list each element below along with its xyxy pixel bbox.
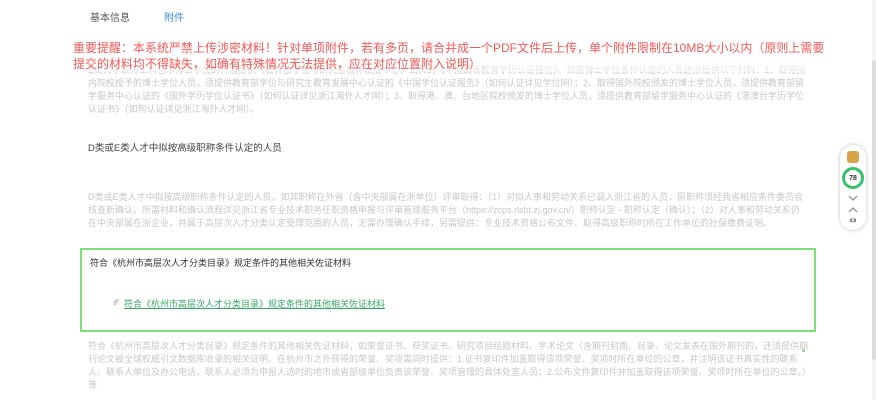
supporting-material-description: 符合《杭州市高层次人才分类目录》规定条件的其他相关佐证材料，如荣誉证书、获奖证书…	[88, 341, 809, 390]
down-arrow-icon[interactable]	[848, 195, 858, 201]
paperclip-icon	[113, 299, 119, 305]
up-arrow-icon[interactable]	[848, 207, 858, 213]
category-description: D类或E类人才中拟按高级职称条件认定的人员，如其职称在外省（含中央部属在浙单位）…	[88, 192, 804, 228]
floating-toolbar[interactable]: 78	[840, 145, 866, 230]
warning-banner: 重要提醒：本系统严禁上传涉密材料！针对单项附件，若有多页，请合并成一个PDF文件…	[73, 40, 833, 72]
tab-attachment[interactable]: 附件	[164, 9, 184, 24]
score-value: 78	[849, 174, 857, 182]
marker-dot	[802, 349, 805, 352]
upload-section-highlight: 符合《杭州市高层次人才分类目录》规定条件的其他相关佐证材料 符合《杭州市高层次人…	[80, 248, 816, 332]
score-ring[interactable]: 78	[842, 167, 864, 189]
upload-section-title: 符合《杭州市高层次人才分类目录》规定条件的其他相关佐证材料	[90, 258, 352, 268]
category-heading: D类或E类人才中拟按高级职称条件认定的人员	[88, 143, 282, 154]
tab-basic-info[interactable]: 基本信息	[90, 9, 130, 24]
scrollbar[interactable]	[872, 0, 876, 400]
tab-bar: 基本信息 附件	[0, 0, 876, 32]
scrollbar-thumb[interactable]	[872, 60, 876, 360]
badge-icon[interactable]	[847, 151, 859, 163]
camera-icon[interactable]	[848, 217, 858, 223]
attachment-link[interactable]: 符合《杭州市高层次人才分类目录》规定条件的其他相关佐证材料	[124, 297, 385, 310]
